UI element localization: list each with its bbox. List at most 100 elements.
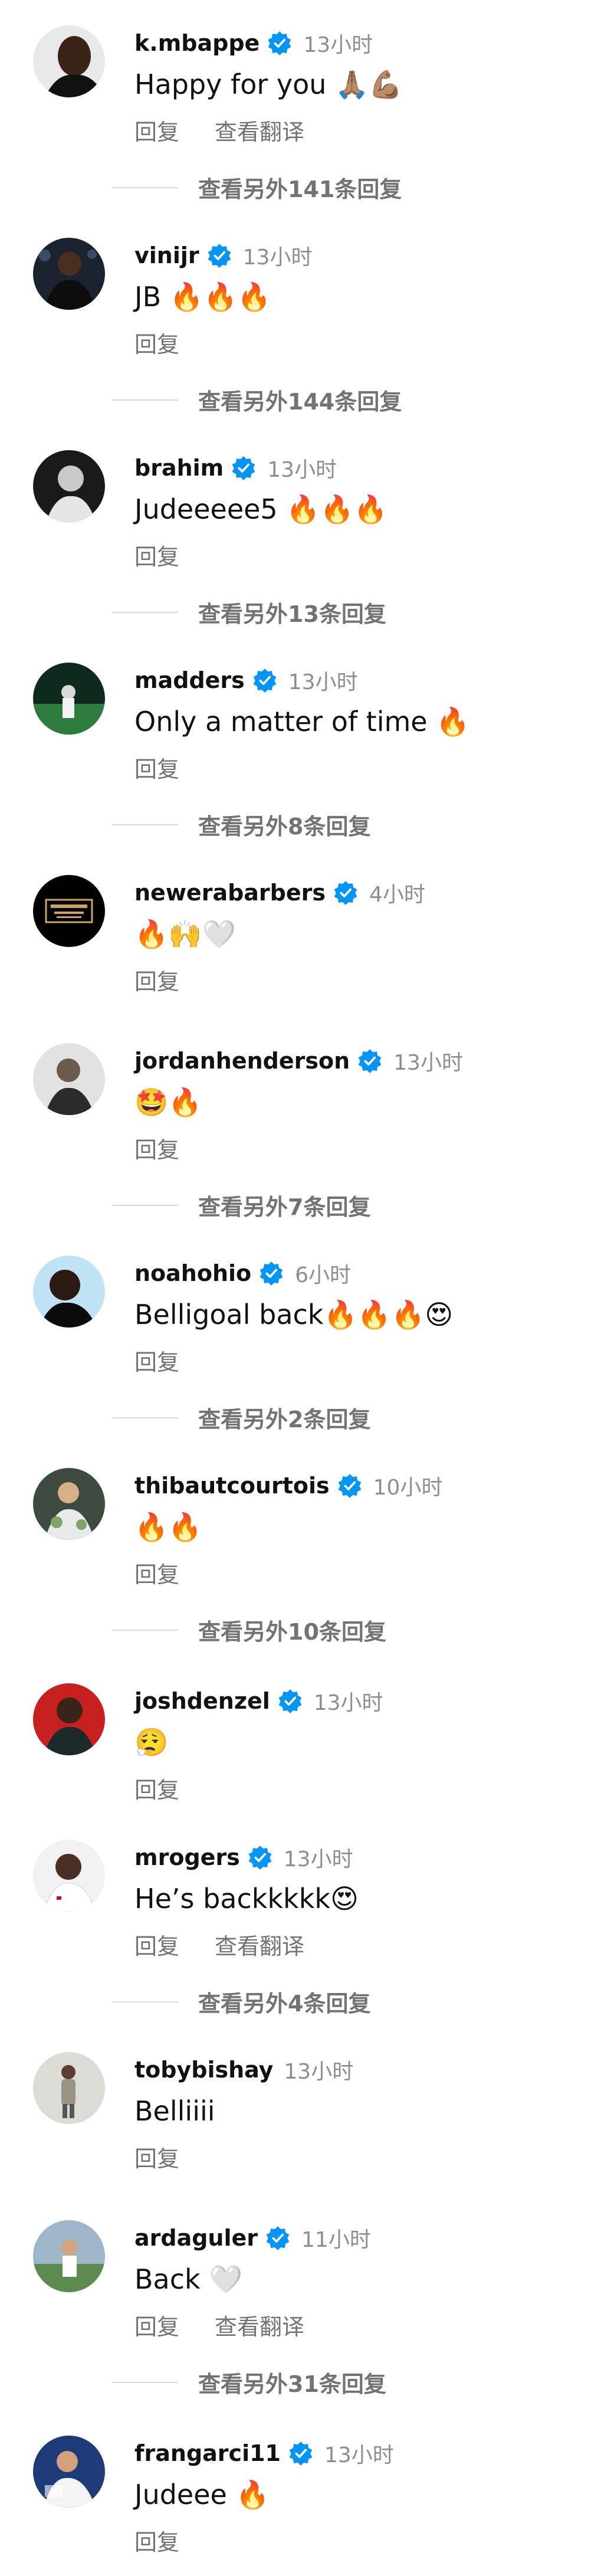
- username[interactable]: k.mbappe: [134, 30, 260, 56]
- comment-header: k.mbappe 13小时: [134, 25, 373, 61]
- timestamp: 13小时: [283, 1847, 353, 1872]
- comment-actions: 回复: [134, 1556, 179, 1589]
- view-more-replies[interactable]: 查看另外10条回复: [112, 1614, 386, 1646]
- comment-text: Judeeeee5 🔥🔥🔥: [134, 493, 388, 525]
- comment-actions: 回复: [134, 1772, 179, 1804]
- comment-header: joshdenzel 13小时: [134, 1683, 383, 1719]
- divider-line: [112, 1417, 178, 1418]
- reply-button[interactable]: 回复: [134, 1928, 179, 1961]
- username[interactable]: mrogers: [134, 1844, 240, 1870]
- avatar[interactable]: [33, 2220, 105, 2292]
- verified-badge-icon: [247, 1844, 273, 1870]
- reply-button[interactable]: 回复: [134, 2141, 179, 2173]
- reply-button[interactable]: 回复: [134, 2524, 179, 2557]
- reply-button[interactable]: 回复: [134, 539, 179, 571]
- verified-badge-icon: [288, 2440, 314, 2466]
- comment-text: He’s backkkkk😍: [134, 1883, 359, 1915]
- divider-line: [112, 186, 178, 188]
- username[interactable]: ardaguler: [134, 2225, 258, 2251]
- comment-header: madders 13小时: [134, 663, 358, 698]
- avatar[interactable]: [33, 1043, 105, 1115]
- avatar[interactable]: [33, 875, 105, 947]
- avatar[interactable]: [33, 2436, 105, 2508]
- reply-button[interactable]: 回复: [134, 963, 179, 996]
- comment-header: tobybishay 13小时: [134, 2052, 353, 2087]
- username[interactable]: frangarci11: [134, 2440, 281, 2466]
- comment-header: noahohio 6小时: [134, 1256, 351, 1291]
- username[interactable]: newerabarbers: [134, 880, 326, 906]
- reply-button[interactable]: 回复: [134, 1772, 179, 1804]
- username[interactable]: tobybishay: [134, 2057, 273, 2083]
- verified-badge-icon: [337, 1473, 363, 1499]
- comment-text: Belligoal back🔥🔥🔥😍: [134, 1299, 454, 1330]
- comment-actions: 回复 查看翻译: [134, 1928, 304, 1961]
- username[interactable]: joshdenzel: [134, 1688, 270, 1714]
- verified-badge-icon: [231, 455, 257, 481]
- view-more-replies[interactable]: 查看另外8条回复: [112, 808, 370, 841]
- view-more-replies[interactable]: 查看另外13条回复: [112, 596, 386, 628]
- timestamp: 13小时: [313, 1691, 383, 1715]
- view-more-replies-label: 查看另外4条回复: [198, 1991, 371, 2017]
- view-more-replies[interactable]: 查看另外144条回复: [112, 384, 402, 416]
- translate-button[interactable]: 查看翻译: [215, 114, 304, 146]
- comment-header: ardaguler 11小时: [134, 2220, 371, 2256]
- timestamp: 13小时: [303, 33, 373, 57]
- reply-button[interactable]: 回复: [134, 326, 179, 359]
- timestamp: 13小时: [288, 670, 358, 694]
- reply-button[interactable]: 回复: [134, 114, 179, 146]
- comment-header: frangarci11 13小时: [134, 2436, 394, 2471]
- avatar[interactable]: [33, 1840, 105, 1912]
- avatar[interactable]: [33, 238, 105, 310]
- reply-button[interactable]: 回复: [134, 1344, 179, 1377]
- comment-header: newerabarbers 4小时: [134, 875, 425, 910]
- username[interactable]: thibautcourtois: [134, 1473, 330, 1499]
- comment-text: 🔥🙌🤍: [134, 918, 236, 950]
- comment-text: JB 🔥🔥🔥: [134, 281, 271, 313]
- reply-button[interactable]: 回复: [134, 751, 179, 784]
- comment-actions: 回复: [134, 539, 179, 571]
- timestamp: 10小时: [373, 1476, 443, 1500]
- view-more-replies-label: 查看另外10条回复: [198, 1619, 386, 1645]
- translate-button[interactable]: 查看翻译: [215, 1928, 304, 1961]
- verified-badge-icon: [206, 242, 232, 268]
- view-more-replies-label: 查看另外31条回复: [198, 2371, 386, 2397]
- username[interactable]: jordanhenderson: [134, 1048, 350, 1074]
- view-more-replies[interactable]: 查看另外141条回复: [112, 171, 402, 204]
- avatar[interactable]: [33, 450, 105, 522]
- avatar[interactable]: [33, 1256, 105, 1328]
- timestamp: 13小时: [393, 1051, 463, 1075]
- view-more-replies[interactable]: 查看另外7条回复: [112, 1189, 370, 1221]
- comment-text: Back 🤍: [134, 2263, 243, 2295]
- translate-button[interactable]: 查看翻译: [215, 2309, 304, 2341]
- timestamp: 11小时: [301, 2228, 371, 2252]
- username[interactable]: brahim: [134, 455, 224, 481]
- divider-line: [112, 2381, 178, 2383]
- timestamp: 4小时: [369, 883, 425, 907]
- comment-actions: 回复 查看翻译: [134, 114, 304, 146]
- view-more-replies[interactable]: 查看另外2条回复: [112, 1401, 370, 1434]
- avatar[interactable]: [33, 2052, 105, 2124]
- comment-text: Happy for you 🙏🏽💪🏽: [134, 68, 403, 100]
- view-more-replies[interactable]: 查看另外4条回复: [112, 1985, 370, 2018]
- avatar[interactable]: [33, 1683, 105, 1755]
- divider-line: [112, 1629, 178, 1631]
- avatar[interactable]: [33, 25, 105, 97]
- divider-line: [112, 611, 178, 613]
- timestamp: 13小时: [267, 458, 337, 482]
- comment-actions: 回复: [134, 326, 179, 359]
- view-more-replies[interactable]: 查看另外31条回复: [112, 2366, 386, 2398]
- reply-button[interactable]: 回复: [134, 2309, 179, 2341]
- divider-line: [112, 2001, 178, 2003]
- reply-button[interactable]: 回复: [134, 1556, 179, 1589]
- username[interactable]: madders: [134, 667, 245, 693]
- comment-text: Only a matter of time 🔥: [134, 706, 470, 738]
- username[interactable]: vinijr: [134, 242, 199, 268]
- avatar[interactable]: [33, 1468, 105, 1540]
- comment-header: brahim 13小时: [134, 450, 337, 486]
- verified-badge-icon: [252, 667, 278, 693]
- avatar[interactable]: [33, 663, 105, 735]
- reply-button[interactable]: 回复: [134, 1132, 179, 1164]
- timestamp: 13小时: [242, 245, 313, 270]
- timestamp: 13小时: [284, 2060, 354, 2084]
- username[interactable]: noahohio: [134, 1260, 251, 1286]
